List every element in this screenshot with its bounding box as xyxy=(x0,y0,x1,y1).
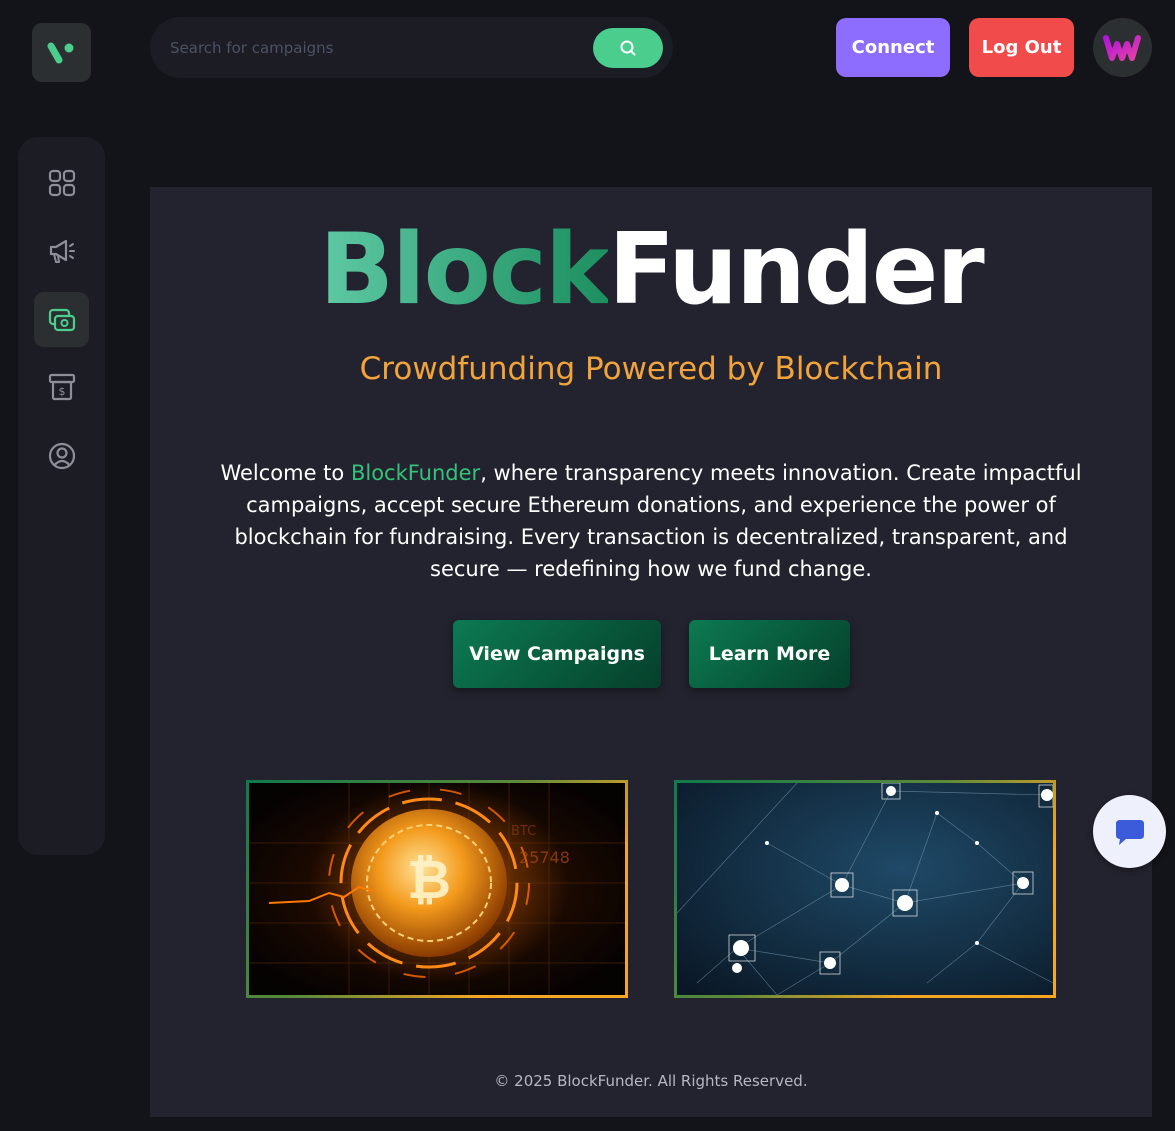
intro-paragraph: Welcome to BlockFunder, where transparen… xyxy=(220,457,1082,585)
chat-icon xyxy=(1115,819,1144,845)
sidebar-item-profile[interactable] xyxy=(34,428,89,483)
withdraw-icon: $ xyxy=(48,373,75,400)
search-icon xyxy=(620,40,636,56)
sidebar-item-campaign[interactable] xyxy=(34,223,89,278)
logout-button[interactable]: Log Out xyxy=(969,18,1074,77)
profile-icon xyxy=(48,442,75,469)
svg-text:25748: 25748 xyxy=(519,848,570,867)
sidebar-item-payment[interactable] xyxy=(34,292,89,347)
chat-button[interactable] xyxy=(1093,795,1166,868)
bitcoin-coin-image: ₿ 25748 BTC xyxy=(249,783,625,995)
sidebar-item-withdraw[interactable]: $ xyxy=(34,359,89,414)
intro-brand: BlockFunder xyxy=(350,461,481,485)
page-subtitle: Crowdfunding Powered by Blockchain xyxy=(359,351,943,387)
brand-logo[interactable] xyxy=(32,23,91,82)
brand-logo-icon xyxy=(47,42,73,63)
learn-more-button[interactable]: Learn More xyxy=(689,620,850,688)
avatar[interactable] xyxy=(1093,18,1152,77)
svg-text:$: $ xyxy=(58,385,65,398)
user-avatar-logo xyxy=(1102,34,1141,61)
sidebar: $ xyxy=(18,137,105,855)
search-bar xyxy=(150,17,673,78)
megaphone-icon xyxy=(49,239,75,263)
payment-icon xyxy=(48,308,75,331)
title-block: Block xyxy=(319,213,610,327)
intro-text-start: Welcome to xyxy=(220,461,351,485)
page-title: BlockFunder xyxy=(150,215,1152,325)
svg-text:₿: ₿ xyxy=(407,848,451,911)
sidebar-item-dashboard[interactable] xyxy=(34,155,89,210)
title-funder: Funder xyxy=(608,213,985,327)
connect-button[interactable]: Connect xyxy=(836,18,950,77)
footer-copyright: © 2025 BlockFunder. All Rights Reserved. xyxy=(494,1072,808,1090)
network-image-frame xyxy=(674,780,1056,998)
search-button[interactable] xyxy=(593,28,663,68)
search-input[interactable] xyxy=(168,35,572,61)
blockchain-network-image xyxy=(677,783,1053,995)
main-content: BlockFunder Crowdfunding Powered by Bloc… xyxy=(150,187,1152,1117)
bitcoin-image-frame: ₿ 25748 BTC xyxy=(246,780,628,998)
svg-text:BTC: BTC xyxy=(511,824,536,839)
dashboard-grid-icon xyxy=(48,169,75,196)
view-campaigns-button[interactable]: View Campaigns xyxy=(453,620,661,688)
